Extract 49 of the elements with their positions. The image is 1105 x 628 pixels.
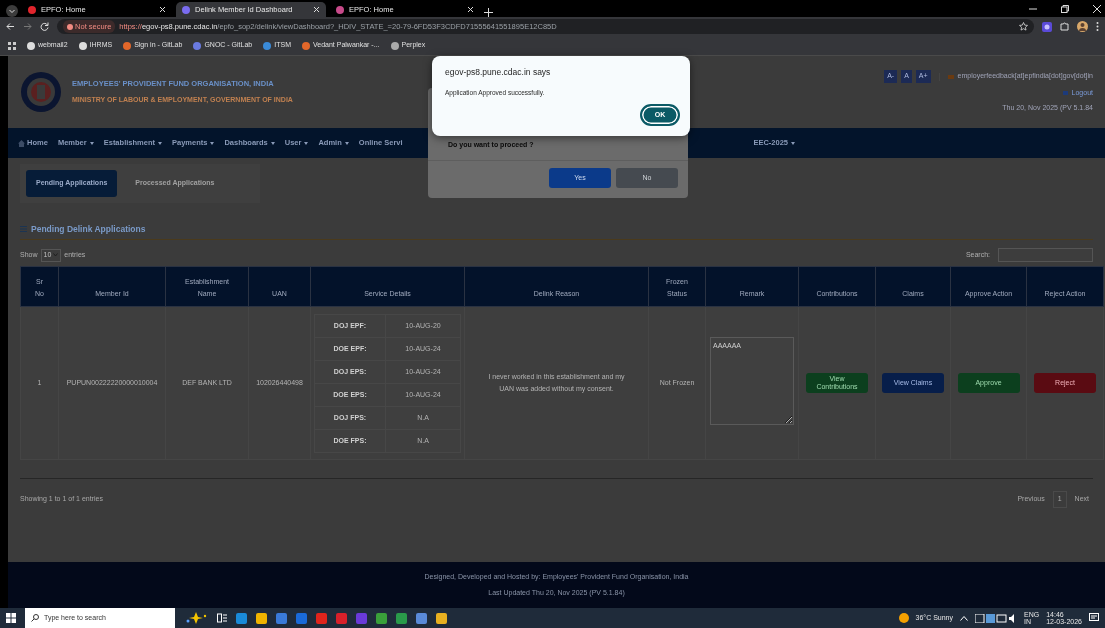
close-icon[interactable] — [313, 6, 320, 13]
minimize-icon[interactable] — [1029, 5, 1037, 13]
favicon-icon — [28, 5, 36, 14]
home-icon — [18, 139, 25, 147]
bookmark-favicon-icon — [390, 41, 399, 50]
bookmark-favicon-icon — [193, 41, 202, 50]
emblem-logo-icon — [20, 71, 62, 113]
alert-title: egov-ps8.pune.cdac.in says — [445, 66, 551, 79]
notification-icon[interactable] — [1089, 613, 1099, 623]
list-icon — [20, 225, 27, 232]
chevron-down-icon — [53, 253, 59, 258]
taskbar-app-icon[interactable] — [276, 612, 287, 624]
taskbar-app-icon[interactable] — [376, 612, 387, 624]
section-title: Pending Delink Applications — [31, 222, 146, 236]
taskbar-app-icon[interactable] — [436, 612, 447, 624]
taskbar-app-icon[interactable] — [416, 612, 427, 624]
forward-arrow-icon[interactable] — [23, 22, 32, 31]
bookmark-favicon-icon — [263, 41, 272, 50]
taskbar-app-icon[interactable] — [236, 612, 247, 624]
warning-icon — [67, 23, 73, 30]
favicon-icon — [336, 5, 344, 14]
new-tab-plus-icon[interactable] — [484, 8, 493, 17]
search-icon — [31, 614, 39, 622]
favicon-icon — [182, 5, 190, 14]
windows-logo-icon[interactable] — [6, 613, 16, 623]
apps-grid-icon[interactable] — [8, 41, 16, 50]
close-icon[interactable] — [1093, 5, 1101, 13]
reload-icon[interactable] — [40, 22, 49, 31]
bookmark-star-icon[interactable] — [1019, 22, 1028, 31]
profile-avatar-icon[interactable] — [1077, 21, 1088, 32]
tray-icons-drawing[interactable] — [975, 613, 1017, 623]
weather-sun-icon — [898, 613, 909, 623]
tab-menu-icon[interactable] — [6, 5, 18, 17]
back-arrow-icon[interactable] — [6, 22, 15, 31]
bookmark-favicon-icon — [123, 41, 132, 50]
taskbar-app-icon[interactable] — [256, 612, 267, 624]
taskbar-app-icon[interactable] — [396, 612, 407, 624]
search-field[interactable] — [998, 248, 1093, 263]
bookmark-favicon-icon — [27, 41, 35, 50]
restore-icon[interactable] — [1061, 5, 1069, 13]
tray-chevron-icon[interactable] — [960, 615, 968, 621]
bookmark-favicon-icon — [78, 41, 87, 50]
bookmark-favicon-icon — [302, 41, 310, 50]
extension-icon[interactable] — [1042, 21, 1052, 32]
sparkle-icon[interactable] — [184, 612, 208, 624]
task-view-icon[interactable] — [217, 613, 227, 623]
close-icon[interactable] — [159, 6, 166, 13]
more-menu-icon[interactable] — [1096, 22, 1099, 31]
close-icon[interactable] — [467, 6, 474, 13]
